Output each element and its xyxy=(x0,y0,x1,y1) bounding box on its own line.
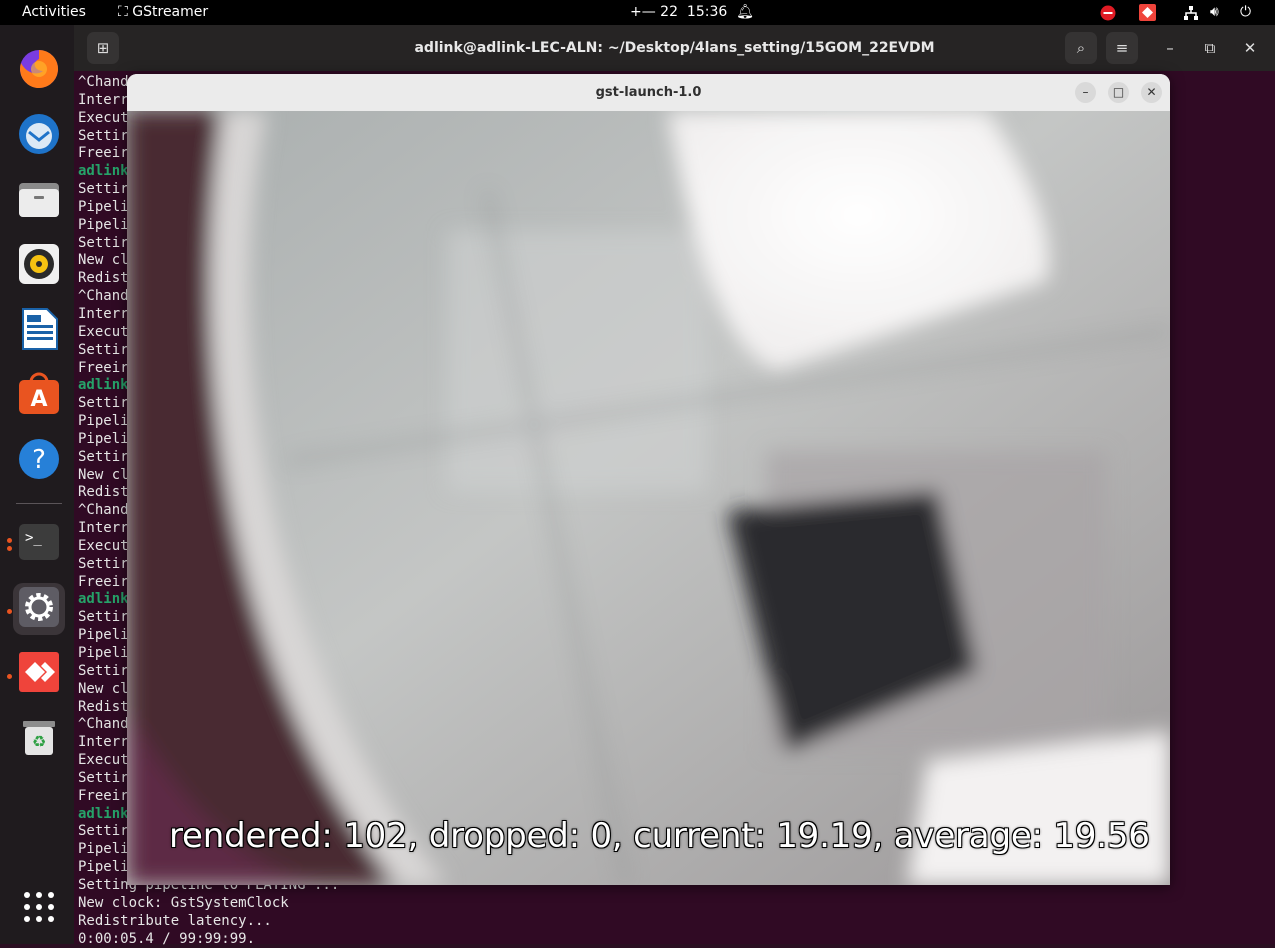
help-icon: ? xyxy=(17,437,61,485)
terminal-icon: >_ xyxy=(17,520,61,568)
gst-maximize-button[interactable]: □ xyxy=(1108,82,1129,103)
close-icon: ✕ xyxy=(1244,39,1257,57)
gst-launch-window[interactable]: gst-launch-1.0 – □ ✕ xyxy=(127,74,1170,885)
dock-thunderbird[interactable] xyxy=(13,110,65,162)
terminal-line: New clock: GstSystemClock xyxy=(78,895,339,913)
minimize-button[interactable]: – xyxy=(1154,32,1186,64)
activities-button[interactable]: Activities xyxy=(22,0,86,25)
running-indicator xyxy=(7,674,12,679)
clock-time: 15:36 xyxy=(687,4,727,20)
fps-overlay: rendered: 102, dropped: 0, current: 19.1… xyxy=(169,816,1150,856)
clock-date: +— 22 xyxy=(630,4,678,20)
firefox-icon xyxy=(17,47,61,95)
terminal-header[interactable]: ⊞ adlink@adlink-LEC-ALN: ~/Desktop/4lans… xyxy=(74,25,1275,71)
anydesk-tray-icon[interactable] xyxy=(1139,0,1156,25)
anydesk-icon xyxy=(17,650,61,698)
show-apps-button[interactable] xyxy=(13,883,65,935)
gstreamer-icon: ⛶ xyxy=(118,0,128,25)
volume-icon[interactable]: 🔊︎ xyxy=(1210,0,1219,25)
search-button[interactable]: ⌕ xyxy=(1065,32,1097,64)
video-frame: rendered: 102, dropped: 0, current: 19.1… xyxy=(127,111,1170,885)
svg-text:A: A xyxy=(30,387,47,412)
svg-text:?: ? xyxy=(32,445,46,475)
gst-close-button[interactable]: ✕ xyxy=(1141,82,1162,103)
software-icon: A xyxy=(17,372,61,420)
dock-help[interactable]: ? xyxy=(13,435,65,487)
minimize-icon: – xyxy=(1166,39,1174,57)
minimize-icon: – xyxy=(1083,85,1089,99)
hamburger-icon: ≡ xyxy=(1116,39,1129,57)
dock: A ? >_ ♻ xyxy=(0,25,74,944)
running-indicator xyxy=(7,609,12,614)
dock-writer[interactable] xyxy=(13,305,65,357)
network-icon[interactable] xyxy=(1183,0,1199,25)
restore-button[interactable]: ⧉ xyxy=(1194,32,1226,64)
search-icon: ⌕ xyxy=(1077,39,1085,57)
maximize-icon: □ xyxy=(1113,85,1124,99)
dock-rhythmbox[interactable] xyxy=(13,240,65,292)
terminal-line: 0:00:05.4 / 99:99:99. xyxy=(78,931,339,948)
dock-files[interactable] xyxy=(13,175,65,227)
clock[interactable]: +— 22 15:36 🔔︎ xyxy=(630,0,754,25)
terminal-line: Redistribute latency... xyxy=(78,913,339,931)
do-not-disturb-icon[interactable] xyxy=(1100,0,1116,25)
power-icon[interactable]: ⏻ xyxy=(1240,0,1251,25)
trash-icon: ♻ xyxy=(17,715,61,763)
running-indicator xyxy=(7,546,12,551)
close-icon: ✕ xyxy=(1146,85,1156,99)
dock-anydesk[interactable] xyxy=(13,648,65,700)
camera-image xyxy=(127,111,1170,885)
menu-button[interactable]: ≡ xyxy=(1106,32,1138,64)
writer-icon xyxy=(17,307,61,355)
gst-window-title: gst-launch-1.0 xyxy=(127,74,1170,111)
dock-settings[interactable] xyxy=(13,583,65,635)
dock-trash[interactable]: ♻ xyxy=(13,713,65,765)
svg-text:♻: ♻ xyxy=(32,732,46,751)
running-indicator xyxy=(7,538,12,543)
svg-text:>_: >_ xyxy=(25,530,42,546)
dock-firefox[interactable] xyxy=(13,45,65,97)
grid-icon xyxy=(22,890,56,928)
thunderbird-icon xyxy=(17,112,61,160)
settings-icon xyxy=(17,585,61,633)
restore-icon: ⧉ xyxy=(1205,39,1216,57)
dock-software[interactable]: A xyxy=(13,370,65,422)
bell-icon: 🔔︎ xyxy=(736,0,754,25)
top-bar: Activities ⛶ GStreamer +— 22 15:36 🔔︎ 🔊︎… xyxy=(0,0,1275,25)
gst-minimize-button[interactable]: – xyxy=(1075,82,1096,103)
app-menu[interactable]: ⛶ GStreamer xyxy=(118,0,208,25)
rhythmbox-icon xyxy=(17,242,61,290)
dock-terminal[interactable]: >_ xyxy=(13,518,65,570)
dock-separator xyxy=(16,503,62,504)
close-button[interactable]: ✕ xyxy=(1234,32,1266,64)
files-icon xyxy=(17,177,61,225)
gst-window-header[interactable]: gst-launch-1.0 – □ ✕ xyxy=(127,74,1170,112)
app-name: GStreamer xyxy=(132,4,208,20)
